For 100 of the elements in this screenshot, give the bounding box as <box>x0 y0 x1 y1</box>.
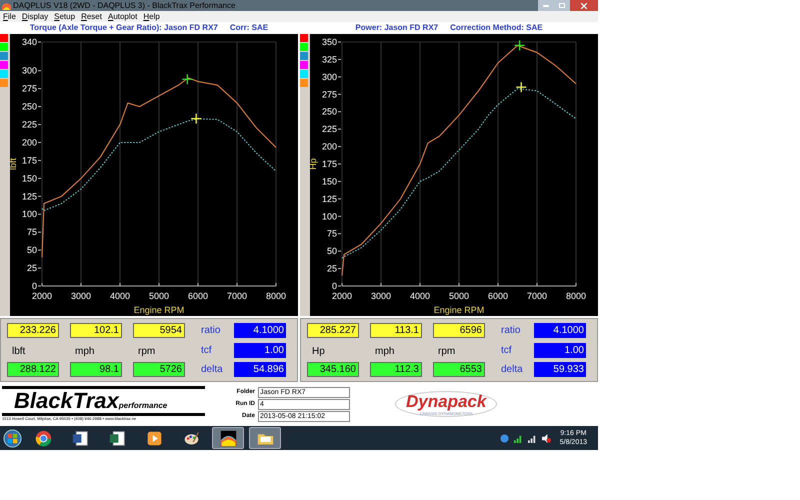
signal-icon[interactable] <box>528 434 537 442</box>
cursor-marker <box>514 40 525 50</box>
chart-app-icon <box>220 430 236 446</box>
readout-value: 5726 <box>133 362 185 377</box>
browser-icon <box>34 430 52 446</box>
menu-item[interactable]: File <box>3 12 16 22</box>
tick-label: 350 <box>322 37 337 47</box>
color-swatch[interactable] <box>0 34 8 42</box>
unit-label: lbft <box>12 346 26 357</box>
tick-label: 8000 <box>266 291 286 301</box>
color-swatch[interactable] <box>300 61 308 69</box>
readout-value: 288.122 <box>7 362 59 377</box>
color-swatch[interactable] <box>300 70 308 78</box>
readout-value: 285.227 <box>307 323 359 338</box>
window-title: DAQPLUS V18 (2WD - DAQPLUS 3) - BlackTrax Performance <box>13 0 236 10</box>
chart-title: Correction Method: SAE <box>450 23 543 33</box>
tick-label: 7000 <box>526 291 548 301</box>
readout-value: 5954 <box>133 323 185 338</box>
tick-label: 225 <box>322 124 337 134</box>
app-icon <box>2 1 11 10</box>
param-value: 59.933 <box>534 362 586 377</box>
start-button[interactable] <box>3 428 22 448</box>
menu-item[interactable]: Reset <box>81 12 102 22</box>
color-swatch[interactable] <box>0 43 8 51</box>
readout-value: 112.3 <box>370 362 422 377</box>
minimize-button[interactable] <box>538 0 554 11</box>
param-label: delta <box>201 363 224 377</box>
unit-label: mph <box>375 346 394 357</box>
color-swatch[interactable] <box>0 52 8 60</box>
tick-label: 225 <box>22 120 37 130</box>
tick-label: 100 <box>322 211 337 222</box>
param-value: 4.1000 <box>234 323 286 338</box>
tick-label: 200 <box>22 137 37 148</box>
tick-label: 7000 <box>226 291 248 301</box>
tick-label: 75 <box>26 227 37 238</box>
tick-label: 50 <box>26 245 37 256</box>
palette-icon <box>182 430 200 446</box>
tick-label: 250 <box>22 102 37 112</box>
company-logo: BlackTrax <box>13 389 119 413</box>
param-label: ratio <box>501 324 522 338</box>
maximize-button[interactable] <box>554 0 570 11</box>
readout-value: 6596 <box>433 323 485 338</box>
param-value: 1.00 <box>534 342 586 358</box>
tick-label: 75 <box>326 228 337 239</box>
tick-label: 175 <box>322 159 337 169</box>
param-label: ratio <box>201 324 222 338</box>
readout-value: 98.1 <box>70 362 122 377</box>
axis-label: Engine RPM <box>134 305 184 315</box>
chart-title: Corr: SAE <box>230 23 268 33</box>
menu-item[interactable]: Display <box>22 12 48 22</box>
tick-label: 150 <box>322 176 337 186</box>
param-value: 1.00 <box>234 342 286 358</box>
tick-label: 6000 <box>488 291 508 301</box>
tick-label: 3000 <box>370 291 392 301</box>
unit-label: rpm <box>138 346 156 357</box>
unit-label: mph <box>75 346 94 357</box>
tick-label: 4000 <box>110 291 130 301</box>
play-icon <box>146 430 162 446</box>
tick-label: 340 <box>22 37 37 47</box>
param-label: delta <box>501 363 524 377</box>
maximize-icon <box>559 3 565 8</box>
close-icon <box>581 2 587 8</box>
menu-item[interactable]: Help <box>143 12 160 22</box>
tick-label: 3000 <box>70 291 92 301</box>
taskbar-button[interactable] <box>212 427 244 449</box>
tick-label: 8000 <box>566 291 586 301</box>
readout-value: 345.160 <box>307 362 359 377</box>
volume-icon[interactable] <box>542 434 551 442</box>
color-swatch[interactable] <box>300 79 308 87</box>
network-icon[interactable] <box>500 434 509 442</box>
tick-label: 325 <box>322 54 337 64</box>
tick-label: 250 <box>322 106 337 117</box>
document-icon <box>72 430 88 446</box>
brand-logo: Dynapack <box>406 392 486 411</box>
signal-icon[interactable] <box>514 434 523 442</box>
tick-label: 300 <box>322 72 337 82</box>
cursor-marker <box>191 114 202 124</box>
tick-label: 150 <box>22 173 37 184</box>
param-label: tcf <box>201 344 213 358</box>
color-swatch[interactable] <box>300 52 308 60</box>
color-swatch[interactable] <box>0 61 8 69</box>
tick-label: 125 <box>322 194 337 204</box>
color-swatch[interactable] <box>0 70 8 78</box>
chart-title: Power: Jason FD RX7 <box>355 23 438 33</box>
param-value: 4.1000 <box>534 323 586 338</box>
color-swatch[interactable] <box>300 43 308 51</box>
tick-label: 25 <box>326 264 337 274</box>
unit-label: rpm <box>438 346 456 357</box>
color-swatch[interactable] <box>300 34 308 42</box>
menu-item[interactable]: Setup <box>54 12 76 22</box>
param-value: 54.896 <box>234 362 286 377</box>
tick-label: 2000 <box>32 291 52 301</box>
close-button[interactable] <box>570 0 598 11</box>
tick-label: 0 <box>332 281 337 291</box>
tick-label: 300 <box>22 66 37 76</box>
tick-label: 275 <box>322 89 337 100</box>
tick-label: 6000 <box>188 291 208 301</box>
logo-tagline: performance <box>118 401 168 412</box>
color-swatch[interactable] <box>0 79 8 87</box>
menu-item[interactable]: Autoplot <box>108 12 138 22</box>
